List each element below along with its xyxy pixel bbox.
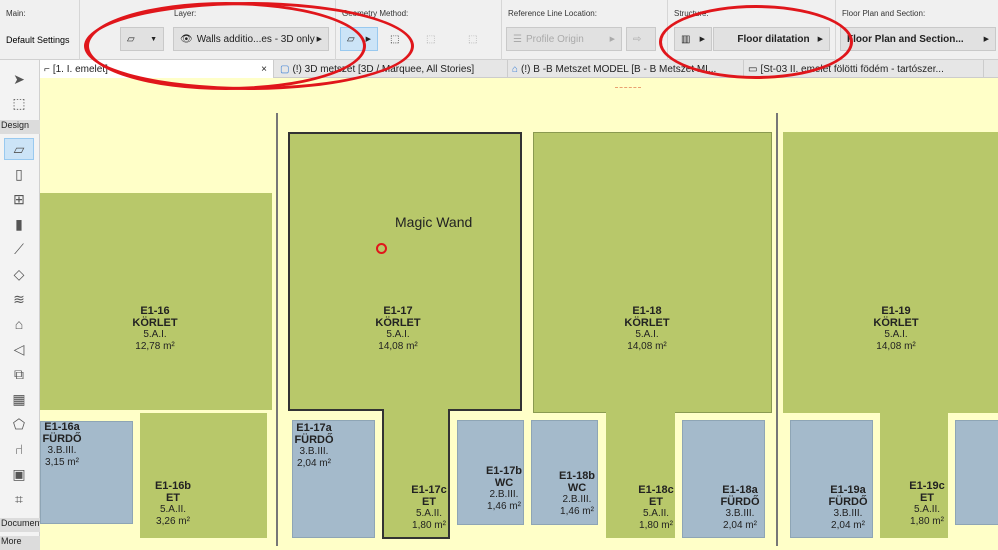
zone-stamp: E1-19a FÜRDŐ 3.B.III. 2,04 m² — [828, 484, 868, 531]
profile-origin-dropdown[interactable]: ☰ Profile Origin ▶ — [506, 27, 622, 51]
zone-stamp: E1-18b WC 2.B.III. 1,46 m² — [558, 470, 596, 517]
marquee-tool-icon[interactable]: ⬚ — [4, 92, 34, 114]
stair-tool-icon[interactable]: ≋ — [4, 288, 34, 310]
marker-dashes — [615, 87, 641, 88]
design-group-header[interactable]: Design — [0, 120, 40, 134]
default-settings-link[interactable]: Default Settings — [6, 35, 70, 45]
floorplan-value: Floor Plan and Section... — [847, 33, 964, 45]
zone-stamp: E1-17b WC 2.B.III. 1,46 m² — [485, 465, 523, 512]
refline-label: Reference Line Location: — [508, 9, 597, 18]
floor-plan-icon: ⌐ — [44, 63, 50, 75]
window-tool-icon[interactable]: ⊞ — [4, 188, 34, 210]
magic-wand-annotation: Magic Wand — [395, 214, 473, 230]
zone-stamp: E1-19c ET 5.A.II. 1,80 m² — [909, 480, 945, 527]
wall — [276, 113, 278, 546]
zone-stamp: E1-19 KÖRLET 5.A.I. 14,08 m² — [873, 305, 919, 352]
zone-e1-16[interactable] — [40, 193, 272, 410]
door-tool-icon[interactable]: ▯ — [4, 163, 34, 185]
wall — [776, 113, 778, 546]
object-tool-icon[interactable]: ⑁ — [4, 438, 34, 460]
document-group-header[interactable]: Document — [0, 518, 40, 532]
arrow-tool-icon[interactable]: ➤ — [4, 68, 34, 90]
trapezoid-geometry-button[interactable]: ⬚ — [420, 27, 450, 51]
zone-stamp: E1-17a FÜRDŐ 3.B.III. 2,04 m² — [294, 422, 334, 469]
morph-tool-icon[interactable]: ⬠ — [4, 413, 34, 435]
floor-plan-canvas[interactable]: E1-16 KÖRLET 5.A.I. 12,78 m² E1-17 KÖRLET 5.A… — [40, 79, 998, 546]
zone-e1-17[interactable] — [288, 132, 522, 411]
mesh-surface-tool-icon[interactable]: ⌗ — [4, 488, 34, 510]
shell-tool-icon[interactable]: ◁ — [4, 338, 34, 360]
zone-stamp: E1-18a FÜRDŐ 3.B.III. 2,04 m² — [720, 484, 760, 531]
slab-tool-icon[interactable]: ◇ — [4, 263, 34, 285]
zone-stamp: E1-16a FÜRDŐ 3.B.III. 3,15 m² — [42, 421, 82, 468]
toolbox: ➤ ⬚ Design ▱ ▯ ⊞ ▮ ⟋ ◇ ≋ ⌂ ◁ ⧉ ▦ ⬠ ⑁ ▣ ⌗… — [0, 60, 40, 550]
zone-tool-icon[interactable]: ▣ — [4, 463, 34, 485]
zone-stamp: E1-17c ET 5.A.II. 1,80 m² — [411, 484, 447, 531]
roof-tool-icon[interactable]: ⌂ — [4, 313, 34, 335]
main-section: Main: Default Settings — [0, 0, 80, 60]
highlight-ellipse-structure — [659, 5, 853, 79]
cursor-marker-icon — [376, 243, 387, 254]
reference-line-icon: ☰ — [513, 33, 522, 45]
reference-offset-button[interactable]: ⇨ — [626, 27, 656, 51]
more-group-header[interactable]: More — [0, 536, 40, 550]
wall-tool-icon[interactable]: ▱ — [4, 138, 34, 160]
polygon-geometry-button[interactable]: ⬚ — [462, 27, 492, 51]
floor-plan-section-dropdown[interactable]: Floor Plan and Section... ▶ — [840, 27, 996, 51]
column-tool-icon[interactable]: ▮ — [4, 213, 34, 235]
beam-tool-icon[interactable]: ⟋ — [4, 238, 34, 260]
zone-stamp: E1-18c ET 5.A.II. 1,80 m² — [638, 484, 674, 531]
zone-e1-19b[interactable] — [955, 420, 998, 525]
zone-e1-19[interactable] — [783, 132, 998, 413]
floorplan-label: Floor Plan and Section: — [842, 9, 926, 18]
zone-stamp: E1-18 KÖRLET 5.A.I. 14,08 m² — [624, 305, 670, 352]
zone-stamp: E1-17 KÖRLET 5.A.I. 14,08 m² — [375, 305, 421, 352]
profile-origin-value: Profile Origin — [525, 33, 584, 45]
section-icon: ⌂ — [512, 63, 519, 75]
main-label: Main: — [6, 9, 26, 18]
zone-stamp: E1-16 KÖRLET 5.A.I. 12,78 m² — [132, 305, 178, 352]
highlight-ellipse-layer-geometry — [84, 2, 414, 90]
mesh-tool-icon[interactable]: ⧉ — [4, 363, 34, 385]
curtain-wall-tool-icon[interactable]: ▦ — [4, 388, 34, 410]
zone-e1-18[interactable] — [533, 132, 772, 413]
zone-stamp: E1-16b ET 5.A.II. 3,26 m² — [154, 480, 192, 527]
